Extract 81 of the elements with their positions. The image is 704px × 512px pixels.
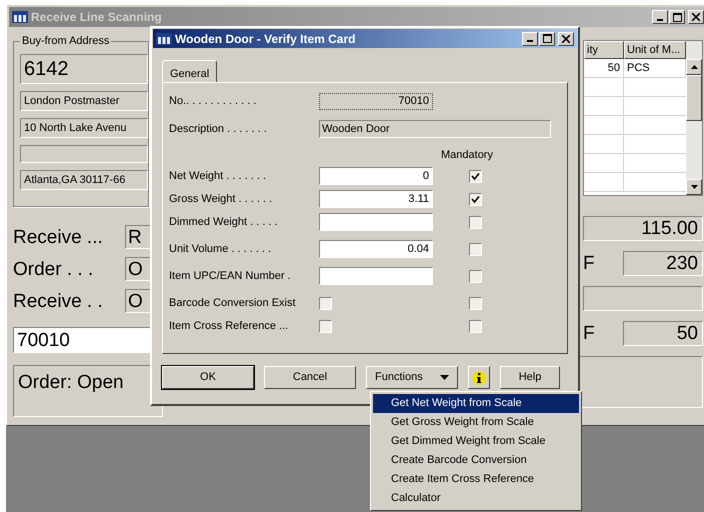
menu-item[interactable]: Get Gross Weight from Scale xyxy=(373,413,579,432)
field-label: Receive . . xyxy=(13,292,104,310)
input-field[interactable]: 3.11 xyxy=(319,190,433,208)
tab[interactable]: General xyxy=(162,60,218,82)
checkbox[interactable] xyxy=(319,320,332,332)
window-title: Receive Line Scanning xyxy=(31,9,163,26)
maximize-icon xyxy=(672,12,682,22)
maximize-button[interactable] xyxy=(539,32,555,46)
total-field[interactable]: 115.00 xyxy=(583,216,703,241)
minimize-icon xyxy=(657,18,663,20)
close-button[interactable] xyxy=(558,32,574,46)
column-header[interactable]: ity xyxy=(584,41,624,59)
total-field[interactable]: 230 xyxy=(623,251,703,276)
field-label: No.. . . . . . . . . . . . xyxy=(169,94,258,109)
address-line-field[interactable]: London Postmaster xyxy=(20,91,148,111)
input-field[interactable]: 0.04 xyxy=(319,240,433,258)
total-field[interactable]: 50 xyxy=(623,321,703,346)
vendor-number-field[interactable]: 6142 xyxy=(20,54,148,84)
menu-item[interactable]: Create Barcode Conversion xyxy=(373,451,579,470)
column-header[interactable]: Unit of M... xyxy=(624,41,686,59)
column-header: Mandatory xyxy=(441,148,493,163)
maximize-icon xyxy=(542,34,552,43)
minimize-icon xyxy=(527,40,533,42)
maximize-button[interactable] xyxy=(669,10,685,24)
field-label: Unit Volume . . . . . . . xyxy=(169,242,272,257)
info-button[interactable] xyxy=(468,366,490,389)
minimize-button[interactable] xyxy=(522,32,538,46)
dialog-title: Wooden Door - Verify Item Card xyxy=(175,30,356,48)
group-label: Buy-from Address xyxy=(20,34,112,48)
close-icon xyxy=(692,13,700,21)
field-label: Barcode Conversion Exist xyxy=(169,296,297,311)
close-icon xyxy=(562,34,570,42)
input-field[interactable] xyxy=(319,267,433,285)
check-icon xyxy=(471,172,480,180)
menu-item[interactable]: Create Item Cross Reference xyxy=(373,470,579,489)
address-line-field[interactable]: 10 North Lake Avenu xyxy=(20,118,148,138)
total-field[interactable] xyxy=(583,286,703,311)
field-label: Net Weight . . . . . . . xyxy=(169,168,267,184)
dialog-button[interactable]: Cancel xyxy=(264,366,356,389)
scroll-up-icon xyxy=(690,65,698,69)
check-icon xyxy=(471,194,480,204)
field-label: Item UPC/EAN Number . xyxy=(169,268,292,284)
status-text: Order: Open xyxy=(18,372,124,393)
description-field[interactable]: Wooden Door xyxy=(319,120,551,138)
checkbox[interactable] xyxy=(469,270,482,282)
dialog-button[interactable]: OK xyxy=(162,366,254,389)
info-icon xyxy=(472,370,486,384)
field-label: Item Cross Reference ... xyxy=(169,318,290,334)
checkbox[interactable] xyxy=(319,296,332,310)
checkbox[interactable] xyxy=(469,216,482,228)
field-label: Order . . . xyxy=(13,260,94,278)
address-line-field[interactable]: Atlanta,GA 30117-66 xyxy=(20,170,148,190)
functions-button[interactable]: Functions xyxy=(366,366,458,389)
field-label: F xyxy=(583,254,596,273)
field-label: Receive ... xyxy=(13,228,104,246)
checkbox[interactable] xyxy=(469,296,482,310)
window-icon xyxy=(12,11,28,23)
scrollbar[interactable] xyxy=(686,41,702,195)
checkbox[interactable] xyxy=(469,192,482,206)
field-label: Gross Weight . . . . . . xyxy=(169,192,274,207)
checkbox[interactable] xyxy=(469,170,482,182)
table-cell: 50 xyxy=(584,59,624,77)
close-button[interactable] xyxy=(688,10,704,24)
field-label: Dimmed Weight . . . . . xyxy=(169,214,279,230)
caret-icon xyxy=(440,375,449,380)
input-field[interactable]: 0 xyxy=(319,167,433,185)
address-line-field[interactable] xyxy=(20,145,148,163)
menu-item[interactable]: Calculator xyxy=(373,489,579,508)
input-field[interactable] xyxy=(319,213,433,231)
item-number-field[interactable]: 70010 xyxy=(319,92,433,110)
checkbox[interactable] xyxy=(469,242,482,256)
field-label: F xyxy=(583,324,596,343)
minimize-button[interactable] xyxy=(652,10,668,24)
window-icon xyxy=(156,32,172,44)
scroll-down-icon xyxy=(690,185,698,189)
menu-item[interactable]: Get Dimmed Weight from Scale xyxy=(373,432,579,451)
scan-input-field[interactable]: 70010 xyxy=(13,327,153,353)
dialog-button[interactable]: Help xyxy=(500,366,560,389)
checkbox[interactable] xyxy=(469,320,482,332)
menu-item[interactable]: Get Net Weight from Scale xyxy=(373,394,579,413)
field-label: Description . . . . . . . xyxy=(169,122,268,137)
